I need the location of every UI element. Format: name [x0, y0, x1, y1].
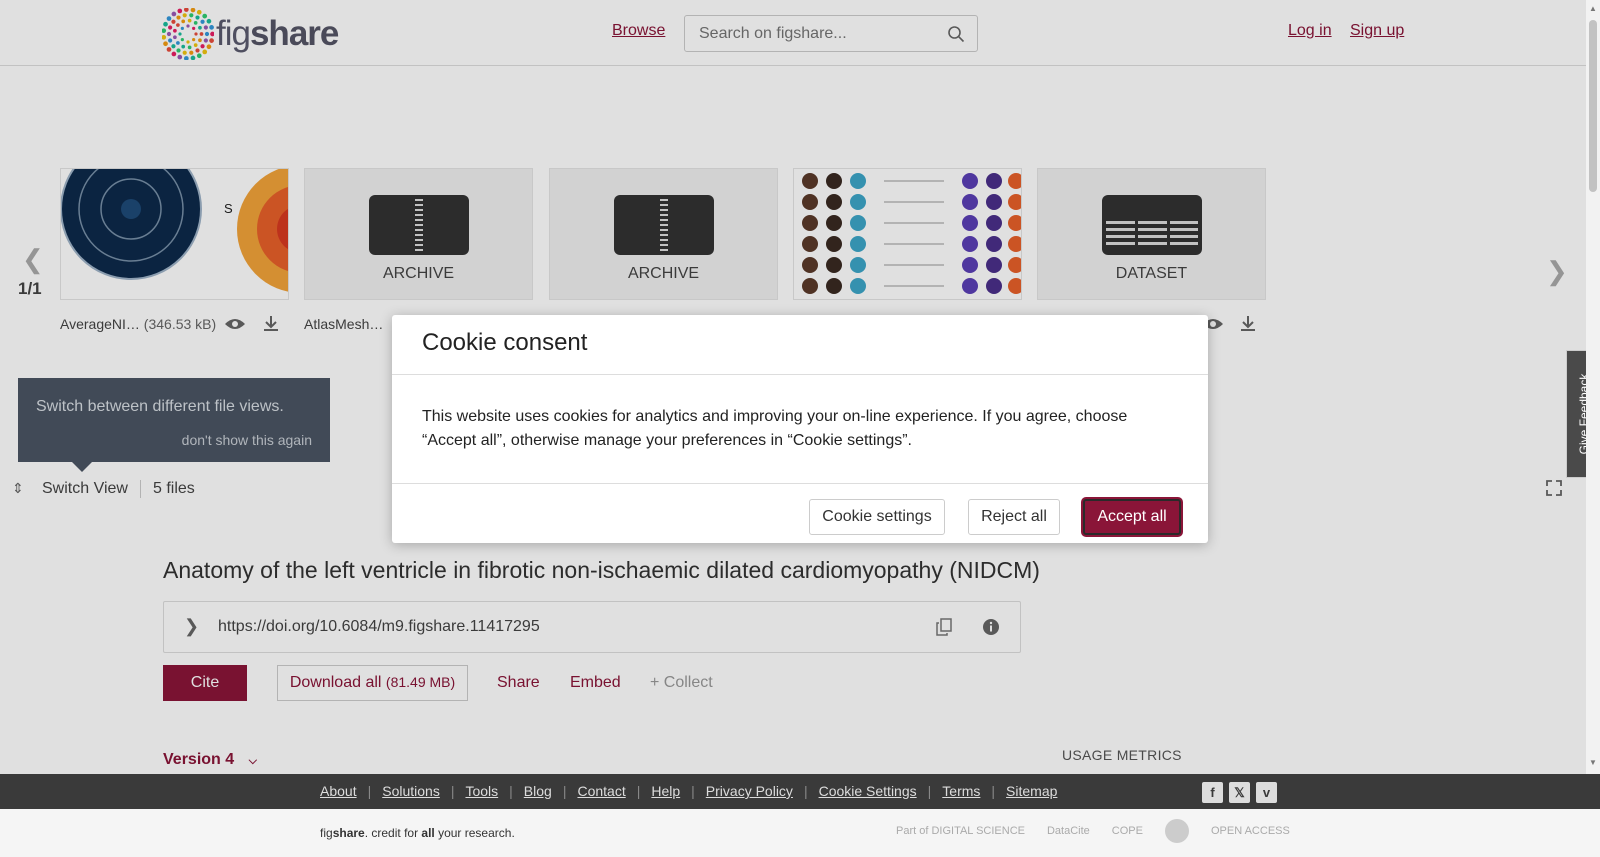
- footer-link-privacy-policy[interactable]: Privacy Policy: [706, 783, 793, 799]
- footer-links: About | Solutions | Tools | Blog | Contact | Help |…: [320, 783, 1057, 799]
- dialog-header: Cookie consent: [392, 315, 1208, 375]
- tagline-share: share: [332, 826, 365, 840]
- footer-tagline: figshare. credit for all your research.: [320, 826, 515, 840]
- reject-all-button[interactable]: Reject all: [968, 499, 1060, 535]
- dialog-footer: Cookie settings Reject all Accept all: [392, 483, 1208, 543]
- tagline-fig: fig: [320, 826, 333, 840]
- facebook-icon[interactable]: f: [1202, 782, 1223, 803]
- dialog-body-text: This website uses cookies for analytics …: [422, 408, 1128, 449]
- partner-logos: Part of DIGITAL SCIENCE DataCite COPE OPEN …: [896, 819, 1290, 843]
- footer-separator: |: [367, 783, 372, 799]
- dialog-title: Cookie consent: [422, 329, 588, 356]
- partner-logo-2[interactable]: DataCite: [1047, 825, 1090, 837]
- cookie-settings-button[interactable]: Cookie settings: [809, 499, 945, 535]
- scroll-down-icon[interactable]: ▼: [1589, 758, 1597, 767]
- scrollbar[interactable]: ▲ ▼: [1586, 0, 1600, 774]
- footer-separator: |: [636, 783, 641, 799]
- footer-separator: |: [991, 783, 996, 799]
- footer-separator: |: [509, 783, 513, 799]
- footer-separator: |: [691, 783, 695, 799]
- footer-link-cookie-settings[interactable]: Cookie Settings: [819, 783, 917, 799]
- footer-link-about[interactable]: About: [320, 783, 357, 799]
- cookie-consent-dialog: Cookie consent This website uses cookies…: [392, 315, 1208, 543]
- accept-all-button[interactable]: Accept all: [1083, 499, 1181, 535]
- footer-link-tools[interactable]: Tools: [465, 783, 498, 799]
- partner-logo-3[interactable]: COPE: [1112, 825, 1143, 837]
- footer-separator: |: [803, 783, 808, 799]
- footer-bottom: figshare. credit for all your research. …: [0, 809, 1600, 857]
- partner-logo-5[interactable]: OPEN ACCESS: [1211, 825, 1290, 837]
- footer-link-sitemap[interactable]: Sitemap: [1006, 783, 1057, 799]
- scrollbar-thumb[interactable]: [1589, 20, 1597, 192]
- footer-link-contact[interactable]: Contact: [577, 783, 625, 799]
- footer-separator: |: [927, 783, 932, 799]
- scroll-up-icon[interactable]: ▲: [1589, 4, 1597, 13]
- tagline-mid: . credit for: [364, 826, 422, 840]
- tagline-all: all: [421, 826, 435, 840]
- x-icon[interactable]: 𝕏: [1229, 782, 1250, 803]
- footer-link-terms[interactable]: Terms: [942, 783, 980, 799]
- footer-nav: About | Solutions | Tools | Blog | Contact | Help |…: [0, 774, 1600, 809]
- footer-separator: |: [450, 783, 455, 799]
- partner-logo-1[interactable]: Part of DIGITAL SCIENCE: [896, 825, 1025, 837]
- social-links: f 𝕏 v: [1202, 782, 1277, 803]
- partner-logo-4[interactable]: [1164, 819, 1189, 843]
- tagline-end: your research.: [434, 826, 515, 840]
- footer-link-blog[interactable]: Blog: [524, 783, 552, 799]
- vimeo-icon[interactable]: v: [1256, 782, 1277, 803]
- footer-separator: |: [562, 783, 567, 799]
- footer-link-help[interactable]: Help: [651, 783, 680, 799]
- footer-link-solutions[interactable]: Solutions: [382, 783, 440, 799]
